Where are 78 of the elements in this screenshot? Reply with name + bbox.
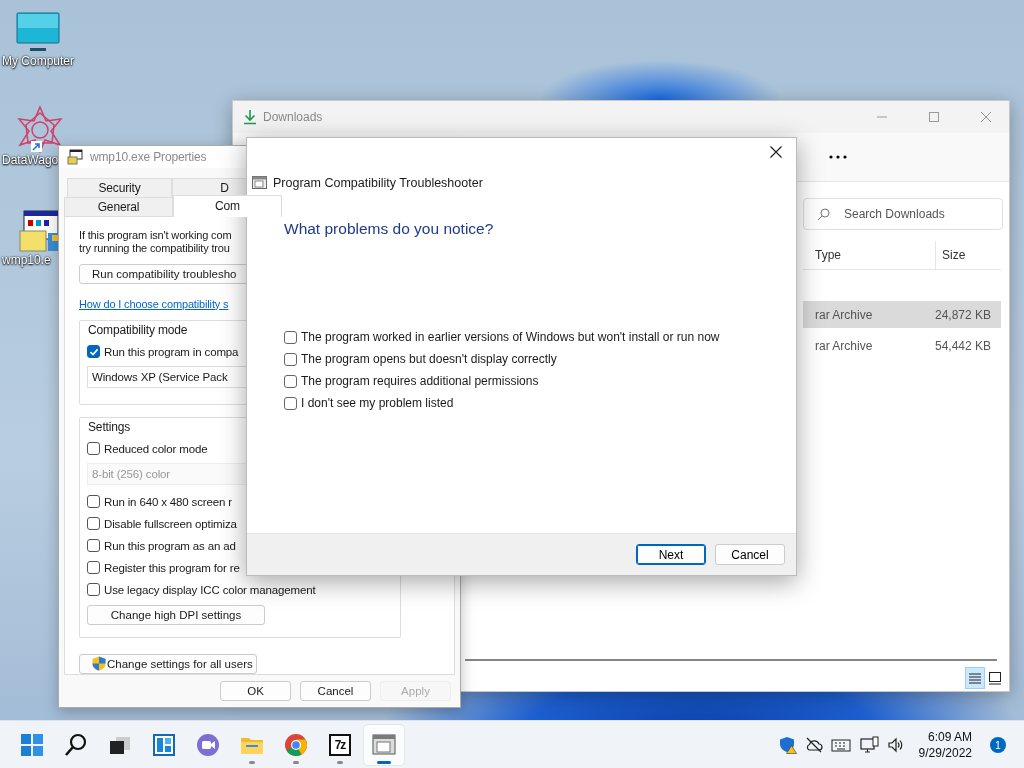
help-link[interactable]: How do I choose compatibility s — [79, 297, 229, 310]
checkbox[interactable] — [284, 352, 297, 366]
checkbox[interactable] — [87, 583, 100, 597]
notification-badge[interactable]: 1 — [990, 736, 1006, 753]
clock[interactable]: 6:09 AM 9/29/2022 — [918, 728, 972, 761]
column-header[interactable]: Type — [815, 241, 936, 269]
checkbox-label: Disable fullscreen optimiza — [104, 517, 237, 530]
checkbox-label: Reduced color mode — [104, 442, 208, 455]
close-icon — [981, 112, 991, 122]
security-warning-icon[interactable] — [778, 735, 797, 754]
network-icon[interactable] — [858, 735, 879, 754]
maximize-icon — [929, 112, 939, 122]
window-title: wmp10.exe Properties — [90, 149, 207, 164]
chat-icon — [196, 732, 220, 757]
checkbox-label: Run this program as an ad — [104, 539, 236, 552]
details-view-icon — [968, 671, 982, 685]
table-cell-text: 54,442 KB — [933, 338, 991, 353]
checkbox[interactable] — [87, 442, 100, 456]
start-icon — [20, 732, 44, 757]
checkbox-label: I don't see my problem listed — [301, 396, 454, 410]
search-field[interactable]: Search Downloads — [803, 198, 1003, 230]
cloud-offline-icon[interactable] — [804, 735, 823, 754]
icon-label: DataWago — [2, 153, 59, 167]
dialog-button[interactable]: OK — [220, 680, 291, 701]
scrollbar[interactable] — [465, 659, 997, 661]
tab[interactable]: General — [64, 196, 173, 216]
intro-text: If this program isn't working com try running the compatibility trou — [79, 228, 232, 255]
file-row[interactable]: rar Archive 24,872 KB — [803, 301, 1001, 328]
troubleshooter-icon — [252, 175, 267, 190]
dpi-settings-button[interactable]: Change high DPI settings — [87, 604, 265, 625]
column-header[interactable]: Size — [936, 248, 991, 262]
download-icon — [243, 109, 257, 125]
table-cell-text: rar Archive — [815, 338, 874, 353]
taskbar-button[interactable]: 7z — [320, 724, 360, 765]
table-cell-text: rar Archive — [815, 307, 874, 322]
checkbox[interactable] — [87, 495, 100, 509]
checkbox-label: Use legacy display ICC color management — [104, 583, 316, 596]
monitor-icon — [16, 12, 60, 54]
group-title: Compatibility mode — [88, 322, 188, 337]
checkbox-label: The program opens but doesn't display correctly — [301, 352, 557, 366]
tiles-view-icon — [988, 671, 1002, 685]
volume-icon[interactable] — [886, 735, 905, 754]
checkbox[interactable] — [87, 345, 100, 359]
checkbox-label: Run this program in compa — [104, 345, 239, 358]
icon-label: My Computer — [2, 54, 75, 68]
checkbox[interactable] — [284, 396, 297, 410]
dialog-button[interactable]: Next — [636, 544, 706, 565]
file-row[interactable]: rar Archive 54,442 KB — [803, 332, 1001, 359]
button-label: Change settings for all users — [107, 657, 253, 670]
window-title: Downloads — [263, 110, 323, 124]
checkbox-label: Register this program for re — [104, 561, 240, 574]
checkbox[interactable] — [87, 517, 100, 531]
group-title: Settings — [88, 419, 131, 434]
tab[interactable]: Com — [173, 194, 282, 217]
star-icon — [16, 105, 64, 153]
all-users-button[interactable]: Change settings for all users — [79, 653, 257, 674]
checkbox[interactable] — [284, 374, 297, 388]
checkbox[interactable] — [284, 330, 297, 344]
widgets-icon — [152, 732, 176, 757]
checkbox-label: The program worked in earlier versions of Windows but won't install or run now — [301, 330, 720, 344]
archiver-icon: 7z — [329, 733, 351, 756]
icon-label: wmp10.e — [2, 253, 51, 267]
dialog-button[interactable]: Cancel — [300, 680, 371, 701]
search-icon — [817, 208, 830, 221]
checkbox-label: Run in 640 x 480 screen r — [104, 495, 232, 508]
checkbox[interactable] — [87, 561, 100, 575]
troubleshooter-icon — [372, 732, 396, 757]
dialog-button[interactable]: Cancel — [715, 544, 785, 565]
table-cell-text: 24,872 KB — [933, 307, 991, 322]
dialog-heading: What problems do you notice? — [284, 220, 495, 238]
browser-icon — [284, 732, 308, 757]
check-icon — [88, 346, 99, 357]
more-icon — [829, 155, 847, 159]
close-icon — [770, 146, 782, 158]
checkbox[interactable] — [87, 539, 100, 553]
shield-icon — [92, 656, 106, 672]
search-icon — [64, 732, 88, 757]
tab[interactable]: Security — [67, 177, 172, 197]
